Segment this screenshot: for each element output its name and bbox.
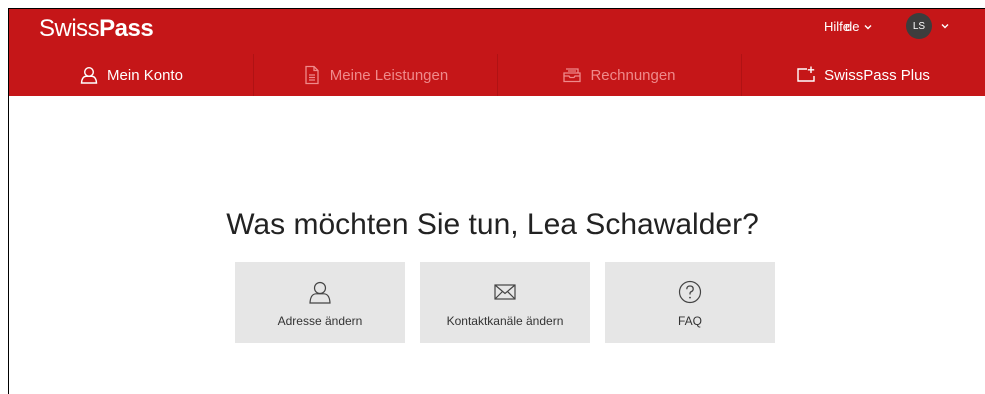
add-card-icon xyxy=(797,66,815,82)
nav-item-swisspass-plus[interactable]: SwissPass Plus xyxy=(741,54,985,96)
main-navigation: Mein Konto Meine Leistungen Rechnungen S… xyxy=(9,54,985,96)
faq-card[interactable]: FAQ xyxy=(605,262,775,343)
nav-item-label: Meine Leistungen xyxy=(329,66,449,84)
user-icon xyxy=(80,66,98,84)
document-icon xyxy=(305,65,319,85)
invoice-tray-icon xyxy=(563,68,582,83)
language-value: de xyxy=(845,19,860,34)
card-label: Adresse ändern xyxy=(277,314,363,328)
change-address-card[interactable]: Adresse ändern xyxy=(235,262,405,343)
change-contact-channels-card[interactable]: Kontaktkanäle ändern xyxy=(420,262,590,343)
window-top-margin xyxy=(0,0,985,8)
window-border-top xyxy=(8,8,985,9)
page-title: Was möchten Sie tun, Lea Schawalder? xyxy=(226,208,759,242)
user-icon xyxy=(309,281,331,304)
nav-item-meine-leistungen[interactable]: Meine Leistungen xyxy=(253,54,497,96)
question-circle-icon xyxy=(678,280,702,304)
nav-item-label: Rechnungen xyxy=(590,66,676,84)
nav-item-rechnungen[interactable]: Rechnungen xyxy=(497,54,741,96)
logo-text-bold: Pass xyxy=(99,15,154,42)
avatar: LS xyxy=(906,13,932,39)
chevron-down-icon xyxy=(941,24,949,29)
nav-item-label: SwissPass Plus xyxy=(824,66,930,84)
site-header: SwissPass Hilfe de LS Mein Konto Meine L… xyxy=(9,9,985,96)
nav-item-label: Mein Konto xyxy=(107,66,183,84)
user-menu[interactable]: LS xyxy=(906,13,950,39)
logo-text-light: Swiss xyxy=(39,15,100,42)
swisspass-logo[interactable]: SwissPass xyxy=(39,15,154,43)
language-selector[interactable]: de xyxy=(845,19,873,34)
card-label: Kontaktkanäle ändern xyxy=(446,314,564,328)
action-cards: Adresse ändern Kontaktkanäle ändern FAQ xyxy=(235,262,775,343)
nav-item-mein-konto[interactable]: Mein Konto xyxy=(9,54,253,96)
envelope-icon xyxy=(494,284,516,300)
card-label: FAQ xyxy=(677,314,702,328)
chevron-down-icon xyxy=(864,24,872,29)
window-border-left xyxy=(8,8,9,394)
